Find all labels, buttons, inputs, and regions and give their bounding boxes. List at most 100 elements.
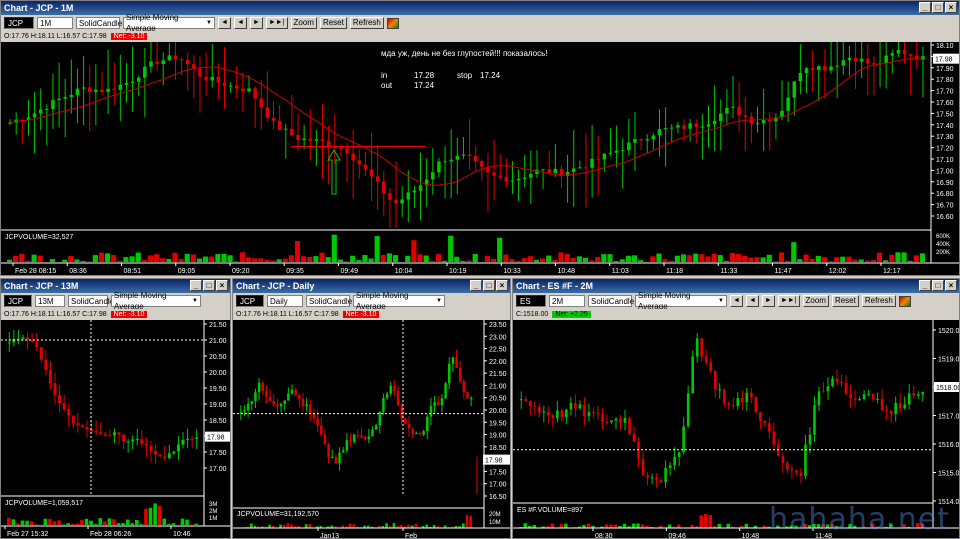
volume-bar [754,257,760,262]
chart-type-select[interactable]: SolidCandle [68,295,114,307]
maximize-icon[interactable]: □ [932,280,944,291]
candle [190,438,194,440]
candle [326,140,331,147]
window-title: Chart - JCP - 13M [4,281,79,291]
candle [682,125,686,129]
minimize-icon[interactable]: _ [470,280,482,291]
nav-last-button[interactable]: ►►| [777,295,800,307]
reset-button[interactable]: Reset [319,17,347,29]
chart-type-select[interactable]: SolidCandle [588,295,634,307]
maximize-icon[interactable]: □ [932,2,944,13]
price-chart[interactable]: 21.5021.0020.5020.0019.5019.0018.5018.00… [1,320,230,538]
zoom-button[interactable]: Zoom [802,295,829,307]
volume-bar [392,523,396,528]
candle [126,441,130,443]
close-icon[interactable]: × [496,280,508,291]
refresh-button[interactable]: Refresh [349,17,384,29]
volume-bar [527,256,533,262]
volume-bar [858,259,864,262]
volume-bar [313,256,319,262]
symbol-input[interactable]: JCP [4,17,34,29]
chart-type-select[interactable]: SolidCandle [306,295,352,307]
chart-window-daily[interactable]: Chart - JCP - Daily _ □ × JCP Daily SolidC… [232,278,511,539]
maximize-icon[interactable]: □ [203,280,215,291]
volume-bar [742,255,748,262]
volume-bar [852,259,858,262]
candle [718,389,722,391]
nav-last-button[interactable]: ►►| [265,17,288,29]
chart-logo-icon[interactable] [898,295,911,307]
volume-label: ES #F.VOLUME=897 [517,507,583,514]
candle [447,363,451,384]
close-icon[interactable]: × [945,280,957,291]
volume-bar [631,255,638,262]
indicator-select[interactable]: Simple Moving Average ▼ [635,291,727,311]
candle [316,418,319,426]
refresh-button[interactable]: Refresh [861,295,896,307]
candle [823,66,827,71]
maximize-icon[interactable]: □ [483,280,495,291]
indicator-select[interactable]: Simple Moving Average ▼ [123,13,215,33]
ohlc-values: C:1518.00 [516,311,549,318]
candle [349,440,352,442]
nav-prev-button[interactable]: ◄ [745,295,759,307]
chart-type-select[interactable]: SolidCandle▼ [76,17,131,29]
interval-select[interactable]: 13M [35,295,65,307]
candle [254,392,257,402]
candle [375,176,380,182]
indicator-select[interactable]: Simple Moving Average ▼ [111,291,201,311]
time-tick-label: 10:04 [395,268,413,275]
interval-select[interactable]: 2M [549,295,585,307]
indicator-select[interactable]: Simple Moving Average ▼ [353,291,445,311]
symbol-input[interactable]: JCP [4,295,32,307]
candle [466,392,469,399]
candle [112,432,116,436]
chart-window-13m[interactable]: Chart - JCP - 13M _ □ × JCP 13M SolidCandl… [0,278,231,539]
close-icon[interactable]: × [945,2,957,13]
price-tick-label: 21.50 [489,371,507,378]
chart-window-es[interactable]: Chart - ES #F - 2M _□× ES #F 2M SolidCan… [512,278,960,539]
symbol-input[interactable]: ES #F [516,295,546,318]
zoom-button[interactable]: Zoom [290,17,317,29]
volume-bar [107,518,112,525]
nav-next-button[interactable]: ► [249,17,263,29]
minimize-icon[interactable]: _ [190,280,202,291]
symbol-input[interactable]: JCP [236,295,264,307]
candle [351,153,355,161]
time-axis [1,263,959,275]
nav-first-button[interactable]: ◄ [730,295,743,307]
price-chart[interactable]: мда уж, день не без глупостей!!! показал… [1,42,959,275]
title-bar[interactable]: Chart - ES #F - 2M _ □ × [513,279,959,293]
volume-bar [466,260,472,262]
price-tick-label: 21.00 [489,383,507,390]
nav-first-button[interactable]: ◄ [218,17,231,29]
time-tick-label: 11:18 [666,268,683,275]
interval-select[interactable]: Daily [267,295,303,307]
minimize-icon[interactable]: _ [919,2,931,13]
minimize-icon[interactable]: _ [919,280,931,291]
volume-bar [157,506,162,525]
time-tick-label: 12:17 [883,268,901,275]
nav-prev-button[interactable]: ◄ [233,17,247,29]
candle [798,73,803,82]
price-tick-label: 22.50 [489,347,507,354]
candle [737,106,741,116]
candle [754,397,758,413]
candle [415,433,418,435]
close-icon[interactable]: × [216,280,228,291]
volume-bar [7,259,13,262]
candle [320,425,323,435]
candle [277,120,282,130]
reset-button[interactable]: Reset [831,295,859,307]
interval-select[interactable]: 1M [37,17,73,29]
candle [853,57,858,62]
candle [87,87,92,92]
nav-next-button[interactable]: ► [761,295,775,307]
chart-logo-icon[interactable] [386,17,399,29]
candle [571,168,576,172]
candle [305,404,308,407]
price-chart[interactable]: 23.50 23.00 22.50 22.00 21.50 21.00 20.50 20.00… [233,320,510,538]
time-tick-label: 09:05 [178,268,196,275]
volume-bar [308,524,312,528]
chart-window-main[interactable]: Chart - JCP - 1M _□× JCP 1M SolidCandle▼… [0,0,960,276]
